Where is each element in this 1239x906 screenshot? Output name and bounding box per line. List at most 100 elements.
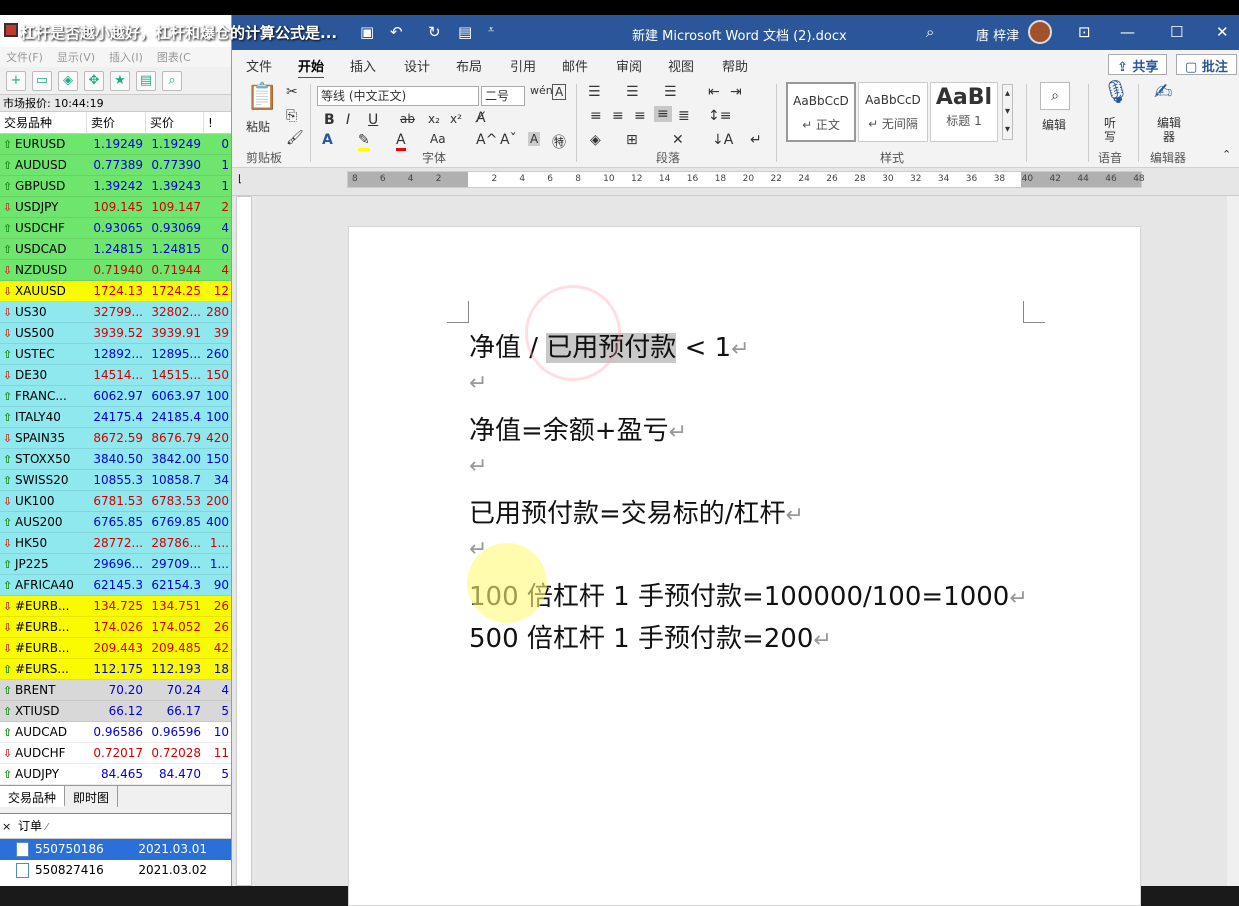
crosshair-icon[interactable]: ✥ <box>84 70 104 91</box>
market-watch-row[interactable]: ⇩ #EURB... 174.026 174.052 26 <box>0 617 231 638</box>
share-button[interactable]: ⇪ 共享 <box>1108 54 1168 75</box>
find-icon[interactable]: ⌕ <box>1040 82 1070 110</box>
col-ask[interactable]: 买价 <box>146 112 204 133</box>
new-order-icon[interactable]: + <box>6 70 26 91</box>
editing-button[interactable]: 编辑 <box>1042 116 1066 133</box>
format-painter-icon[interactable]: 🖌 <box>286 130 304 146</box>
clear-format-icon[interactable]: A̸ <box>476 110 486 126</box>
market-watch-row[interactable]: ⇩ US30 32799... 32802... 280 <box>0 302 231 323</box>
increase-indent-icon[interactable]: ⇥ <box>730 84 742 100</box>
col-bid[interactable]: 卖价 <box>87 112 146 133</box>
save-icon[interactable]: ▣ <box>360 23 374 41</box>
tab-8[interactable]: 视图 <box>668 56 694 75</box>
market-watch-row[interactable]: ⇩ USDJPY 109.145 109.147 2 <box>0 197 231 218</box>
profiles-icon[interactable]: ▭ <box>32 70 52 91</box>
undo-icon[interactable]: ↶ <box>390 23 403 41</box>
copy-icon[interactable]: ⎘ <box>286 108 297 124</box>
phonetic-guide-icon[interactable]: wén <box>530 84 553 97</box>
char-border-icon[interactable]: A <box>552 84 567 100</box>
market-watch-row[interactable]: ⇧ SWISS20 10855.3 10858.7 34 <box>0 470 231 491</box>
mt4-menu-item[interactable]: 图表(C <box>157 49 191 65</box>
doc-line-8[interactable]: 500 倍杠杆 1 手预付款=200↵ <box>469 618 832 655</box>
tab-2[interactable]: 插入 <box>350 56 376 75</box>
styles-scroll-icon[interactable]: ▴ ▾ ▾ <box>1002 84 1014 140</box>
bullets-icon[interactable]: ☰ <box>588 84 601 100</box>
market-watch-row[interactable]: ⇧ AUDCAD 0.96586 0.96596 10 <box>0 722 231 743</box>
close-icon[interactable]: ✕ <box>1216 23 1229 41</box>
redo-icon[interactable]: ↻ <box>428 23 441 41</box>
market-watch-row[interactable]: ⇩ #EURB... 134.725 134.751 26 <box>0 596 231 617</box>
touch-mode-icon[interactable]: ▤ <box>458 23 472 41</box>
market-watch-row[interactable]: ⇩ DE30 14514... 14515... 150 <box>0 365 231 386</box>
market-watch-row[interactable]: ⇧ FRANC... 6062.97 6063.97 100 <box>0 386 231 407</box>
sort-icon[interactable]: ↓A <box>712 132 733 148</box>
tab-symbols[interactable]: 交易品种 <box>0 786 66 807</box>
editor-icon[interactable]: ✍ <box>1154 80 1172 105</box>
vertical-ruler[interactable] <box>236 196 252 886</box>
maximize-icon[interactable]: ☐ <box>1170 23 1183 41</box>
market-watch-row[interactable]: ⇩ AUDCHF 0.72017 0.72028 11 <box>0 743 231 764</box>
market-watch-row[interactable]: ⇧ EURUSD 1.19249 1.19249 0 <box>0 134 231 155</box>
order-row[interactable]: 550750186 2021.03.01 04:5 <box>0 839 231 877</box>
market-watch-row[interactable]: ⇧ USDCAD 1.24815 1.24815 0 <box>0 239 231 260</box>
market-watch-row[interactable]: ⇧ AUDJPY 84.465 84.470 5 <box>0 764 231 785</box>
col-spread[interactable]: ! <box>204 112 231 133</box>
market-watch-row[interactable]: ⇧ ITALY40 24175.4 24185.4 100 <box>0 407 231 428</box>
tab-3[interactable]: 设计 <box>404 56 430 75</box>
user-name[interactable]: 唐 梓津 <box>976 25 1019 44</box>
market-watch-row[interactable]: ⇩ HK50 28772... 28786... 1... <box>0 533 231 554</box>
mt4-menu-item[interactable]: 文件(F) <box>6 49 43 65</box>
market-watch-row[interactable]: ⇩ #EURB... 209.443 209.485 42 <box>0 638 231 659</box>
search-icon[interactable]: ⌕ <box>162 70 182 91</box>
style-normal[interactable]: AaBbCcD ↵ 正文 <box>786 82 856 142</box>
vertical-scrollbar[interactable] <box>1227 196 1239 886</box>
tab-7[interactable]: 审阅 <box>616 56 642 75</box>
minimize-icon[interactable]: — <box>1120 23 1135 41</box>
subscript-icon[interactable]: x₂ <box>428 112 440 126</box>
market-watch-row[interactable]: ⇩ UK100 6781.53 6783.53 200 <box>0 491 231 512</box>
font-color-icon[interactable]: A <box>396 132 406 151</box>
market-watch-row[interactable]: ⇧ JP225 29696... 29709... 1... <box>0 554 231 575</box>
distributed-icon[interactable]: ≣ <box>678 108 690 124</box>
market-watch-row[interactable]: ⇩ XAUUSD 1724.13 1724.25 12 <box>0 281 231 302</box>
market-watch-row[interactable]: ⇩ US500 3939.52 3939.91 39 <box>0 323 231 344</box>
market-watch-row[interactable]: ⇩ SPAIN35 8672.59 8676.79 420 <box>0 428 231 449</box>
align-left-icon[interactable]: ≡ <box>590 108 602 124</box>
document-page[interactable]: 净值 / 已用预付款 < 1↵ ↵ 净值=余额+盈亏↵ ↵ 已用预付款=交易标的… <box>348 226 1141 906</box>
tab-selector-icon[interactable]: ⌊ <box>238 174 242 185</box>
style-no-spacing[interactable]: AaBbCcD ↵ 无间隔 <box>858 82 928 142</box>
multilevel-list-icon[interactable]: ☰ <box>664 84 677 100</box>
market-watch-row[interactable]: ⇧ BRENT 70.20 70.24 4 <box>0 680 231 701</box>
show-marks-icon[interactable]: ↵ <box>750 132 762 148</box>
customize-qat-icon[interactable]: ⩡ <box>488 23 494 37</box>
mt4-menu-item[interactable]: 插入(I) <box>109 49 143 65</box>
dictate-button[interactable]: 听写 <box>1104 116 1118 144</box>
change-case-icon[interactable]: Aa <box>430 132 446 146</box>
char-shading-icon[interactable]: A <box>528 132 541 146</box>
italic-icon[interactable]: I <box>346 112 350 128</box>
strikethrough-icon[interactable]: ab <box>400 112 415 126</box>
editor-button[interactable]: 编辑器 <box>1156 116 1182 144</box>
align-center-icon[interactable]: ≡ <box>612 108 624 124</box>
doc-line-4[interactable]: ↵ <box>469 450 487 480</box>
market-watch-row[interactable]: ⇧ GBPUSD 1.39242 1.39243 1 <box>0 176 231 197</box>
tab-4[interactable]: 布局 <box>456 56 482 75</box>
ribbon-display-icon[interactable]: ⊡ <box>1078 23 1091 41</box>
avatar[interactable] <box>1028 20 1052 44</box>
paste-button[interactable]: 粘贴 <box>246 118 270 135</box>
tab-6[interactable]: 邮件 <box>562 56 588 75</box>
numbering-icon[interactable]: ☰ <box>626 84 639 100</box>
grow-font-icon[interactable]: A^ <box>476 132 497 148</box>
orders-title[interactable]: 订单 <box>18 819 42 833</box>
tab-5[interactable]: 引用 <box>510 56 536 75</box>
navigator-icon[interactable]: ◈ <box>58 70 78 91</box>
font-name-select[interactable]: 等线 (中文正文) <box>317 86 479 106</box>
close-icon[interactable]: × <box>2 814 11 839</box>
market-watch-row[interactable]: ⇧ AUS200 6765.85 6769.85 400 <box>0 512 231 533</box>
market-watch-row[interactable]: ⇧ XTIUSD 66.12 66.17 5 <box>0 701 231 722</box>
chinese-layout-icon[interactable]: ✕ <box>672 132 684 148</box>
text-effects-icon[interactable]: A <box>322 132 333 148</box>
doc-line-7[interactable]: 100 倍杠杆 1 手预付款=100000/100=1000↵ <box>469 576 1028 613</box>
decrease-indent-icon[interactable]: ⇤ <box>708 84 720 100</box>
market-watch-row[interactable]: ⇧ AFRICA40 62145.3 62154.3 90 <box>0 575 231 596</box>
